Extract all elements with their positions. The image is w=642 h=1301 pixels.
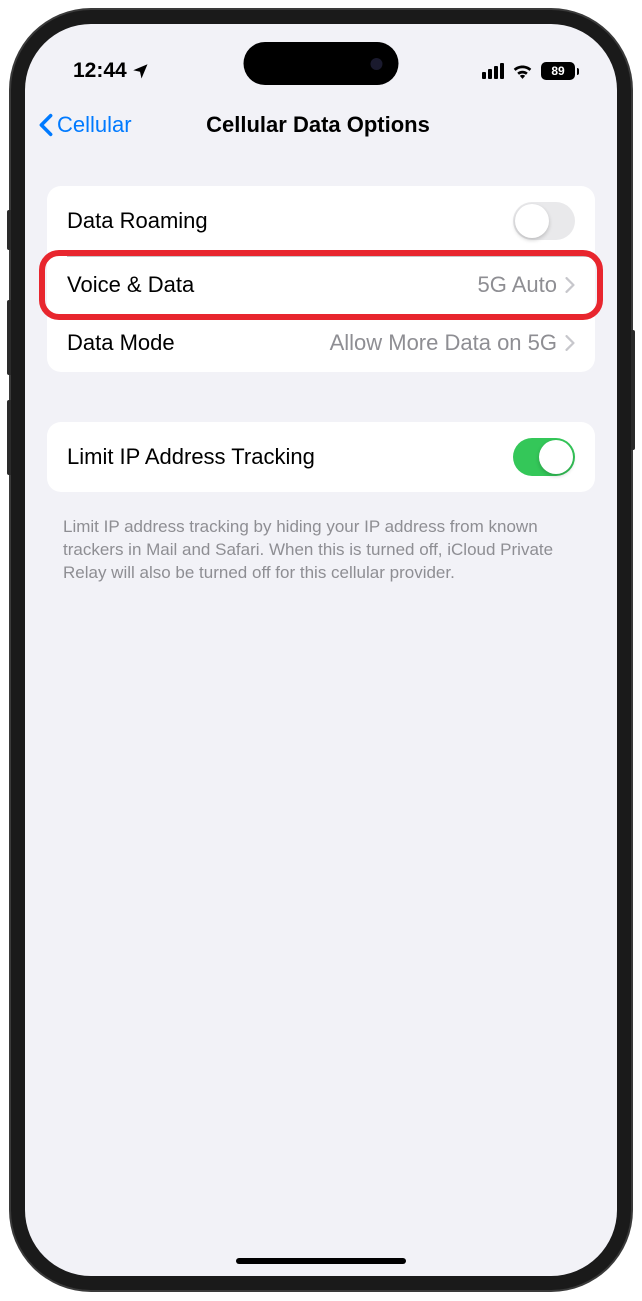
settings-group-1: Data Roaming Voice & Data 5G Auto Data M… [47, 186, 595, 372]
limit-ip-label: Limit IP Address Tracking [67, 444, 315, 470]
screen: 12:44 89 [25, 24, 617, 1276]
data-roaming-toggle[interactable] [513, 202, 575, 240]
data-mode-row[interactable]: Data Mode Allow More Data on 5G [47, 314, 595, 372]
chevron-left-icon [39, 113, 53, 137]
cellular-signal-icon [482, 63, 504, 79]
power-button [631, 330, 635, 450]
battery-icon: 89 [541, 62, 579, 80]
silent-switch [7, 210, 11, 250]
data-mode-label: Data Mode [67, 330, 175, 356]
wifi-icon [512, 63, 533, 79]
data-mode-value-container: Allow More Data on 5G [330, 330, 575, 356]
phone-frame: 12:44 89 [11, 10, 631, 1290]
limit-ip-toggle[interactable] [513, 438, 575, 476]
data-roaming-label: Data Roaming [67, 208, 208, 234]
back-button[interactable]: Cellular [39, 112, 132, 138]
settings-group-2: Limit IP Address Tracking [47, 422, 595, 492]
voice-data-value-container: 5G Auto [477, 272, 575, 298]
chevron-right-icon [565, 277, 575, 293]
voice-data-label: Voice & Data [67, 272, 194, 298]
camera-dot [371, 58, 383, 70]
limit-ip-footer-text: Limit IP address tracking by hiding your… [25, 508, 617, 593]
battery-level: 89 [551, 64, 564, 78]
voice-data-value: 5G Auto [477, 272, 557, 298]
status-left: 12:44 [73, 59, 149, 83]
data-roaming-row[interactable]: Data Roaming [47, 186, 595, 256]
volume-down-button [7, 400, 11, 475]
limit-ip-tracking-row[interactable]: Limit IP Address Tracking [47, 422, 595, 492]
dynamic-island [244, 42, 399, 85]
status-right: 89 [482, 62, 579, 80]
location-icon [131, 62, 149, 80]
volume-up-button [7, 300, 11, 375]
voice-data-row[interactable]: Voice & Data 5G Auto [47, 256, 595, 314]
nav-bar: Cellular Cellular Data Options [25, 94, 617, 156]
back-label: Cellular [57, 112, 132, 138]
data-mode-value: Allow More Data on 5G [330, 330, 557, 356]
chevron-right-icon [565, 335, 575, 351]
status-time: 12:44 [73, 59, 127, 83]
home-indicator[interactable] [236, 1258, 406, 1264]
